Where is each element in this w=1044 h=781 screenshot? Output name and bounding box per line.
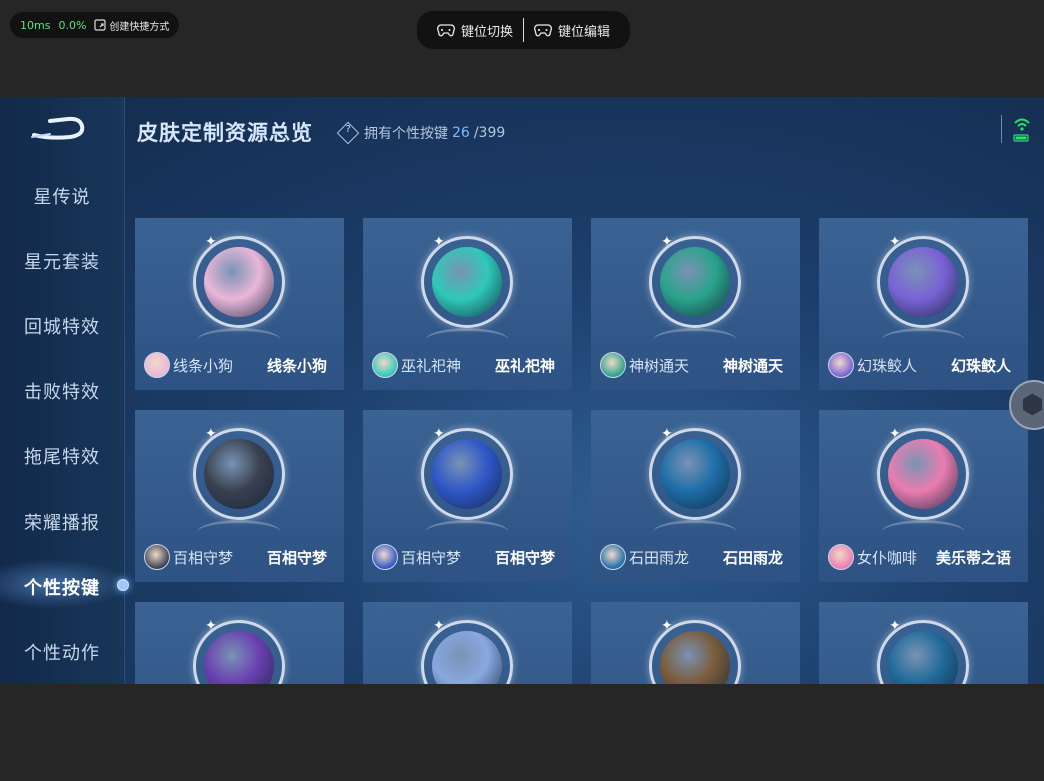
sparkle-icon: ✦ <box>433 426 445 442</box>
skin-card[interactable]: ✦ 神树通天 神树通天 <box>591 218 800 390</box>
hero-avatar <box>144 544 170 570</box>
skin-card[interactable]: ✦ 百相守梦 百相守梦 <box>363 410 572 582</box>
sparkle-icon: ✦ <box>889 618 901 634</box>
hero-avatar <box>372 544 398 570</box>
icon-reflection <box>881 328 965 353</box>
owned-count: ? 拥有个性按键 26/399 <box>336 121 505 145</box>
sidebar-item-custom-keys[interactable]: 个性按键 <box>0 574 124 600</box>
wifi-icon <box>1013 118 1030 142</box>
icon-reflection <box>653 328 737 353</box>
back-icon[interactable] <box>30 113 86 143</box>
sidebar-item-trail-effect[interactable]: 拖尾特效 <box>0 443 124 469</box>
sparkle-icon: ✦ <box>205 426 217 442</box>
hero-avatar <box>828 352 854 378</box>
icon-reflection <box>881 520 965 545</box>
icon-reflection <box>425 520 509 545</box>
header-divider <box>1001 115 1002 143</box>
game-viewport: 星传说 星元套装 回城特效 击败特效 拖尾特效 荣耀播报 个性按键 个性动作 皮… <box>0 97 1044 684</box>
key-edit-button[interactable]: 键位编辑 <box>524 21 620 40</box>
key-edit-label: 键位编辑 <box>558 24 611 40</box>
sparkle-icon: ✦ <box>661 426 673 442</box>
active-indicator <box>117 579 129 591</box>
icon-reflection <box>653 520 737 545</box>
hero-avatar <box>828 544 854 570</box>
skin-name: 神树通天 <box>722 357 783 375</box>
gamepad-icon <box>534 24 552 37</box>
skin-name: 美乐蒂之语 <box>935 549 1011 567</box>
hero-name: 石田雨龙 <box>629 549 690 567</box>
skin-card[interactable]: ✦ 线条小狗 线条小狗 <box>135 218 344 390</box>
skin-card[interactable]: ✦ 巫礼祀神 巫礼祀神 <box>363 218 572 390</box>
hero-name: 幻珠鲛人 <box>857 357 918 375</box>
skin-name: 百相守梦 <box>494 549 555 567</box>
key-mapping-bar: 键位切换 键位编辑 <box>417 11 631 49</box>
skin-name: 幻珠鲛人 <box>950 357 1011 375</box>
sparkle-icon: ✦ <box>205 618 217 634</box>
skin-name: 百相守梦 <box>266 549 327 567</box>
skin-card[interactable]: ✦ <box>819 602 1028 684</box>
hex-icon: ⬢ <box>1021 390 1044 420</box>
hero-name: 巫礼祀神 <box>401 357 462 375</box>
hero-name: 神树通天 <box>629 357 690 375</box>
skin-name: 石田雨龙 <box>722 549 783 567</box>
key-switch-label: 键位切换 <box>461 24 514 40</box>
sparkle-icon: ✦ <box>661 234 673 250</box>
shortcut-icon <box>94 19 107 31</box>
hero-avatar <box>600 352 626 378</box>
skin-card[interactable]: ✦ <box>363 602 572 684</box>
skin-card[interactable]: ✦ 石田雨龙 石田雨龙 <box>591 410 800 582</box>
sidebar-item-recall-effect[interactable]: 回城特效 <box>0 313 124 339</box>
hero-name: 百相守梦 <box>173 549 234 567</box>
status-pill: 10ms 0.0% 创建快捷方式 <box>10 12 180 38</box>
hero-name: 女仆咖啡 <box>857 549 918 567</box>
create-shortcut-button[interactable]: 创建快捷方式 <box>94 18 169 33</box>
skin-card[interactable]: ✦ <box>135 602 344 684</box>
sparkle-icon: ✦ <box>433 234 445 250</box>
hero-name: 线条小狗 <box>173 357 234 375</box>
sidebar-item-star-suit[interactable]: 星元套装 <box>0 248 124 274</box>
hero-name: 百相守梦 <box>401 549 462 567</box>
hero-avatar <box>372 352 398 378</box>
skin-name: 巫礼祀神 <box>494 357 555 375</box>
key-switch-button[interactable]: 键位切换 <box>427 21 523 40</box>
hero-avatar <box>600 544 626 570</box>
skin-card[interactable]: ✦ <box>591 602 800 684</box>
skin-name: 线条小狗 <box>266 357 327 375</box>
sparkle-icon: ✦ <box>889 234 901 250</box>
sidebar-item-glory-broadcast[interactable]: 荣耀播报 <box>0 509 124 535</box>
sidebar: 星传说 星元套装 回城特效 击败特效 拖尾特效 荣耀播报 个性按键 个性动作 <box>0 97 130 684</box>
gamepad-icon <box>437 24 455 37</box>
icon-reflection <box>197 328 281 353</box>
ping-value: 10ms <box>20 18 51 32</box>
skin-card[interactable]: ✦ 幻珠鲛人 幻珠鲛人 <box>819 218 1028 390</box>
sparkle-icon: ✦ <box>433 618 445 634</box>
sidebar-item-star-legend[interactable]: 星传说 <box>0 183 124 209</box>
sidebar-item-custom-actions[interactable]: 个性动作 <box>0 639 124 665</box>
help-icon[interactable]: ? <box>336 121 360 145</box>
loss-value: 0.0% <box>58 18 87 32</box>
sparkle-icon: ✦ <box>661 618 673 634</box>
skin-card[interactable]: ✦ 女仆咖啡 美乐蒂之语 <box>819 410 1028 582</box>
icon-reflection <box>425 328 509 353</box>
page-title: 皮肤定制资源总览 <box>137 121 313 145</box>
sparkle-icon: ✦ <box>889 426 901 442</box>
sparkle-icon: ✦ <box>205 234 217 250</box>
skin-card[interactable]: ✦ 百相守梦 百相守梦 <box>135 410 344 582</box>
hero-avatar <box>144 352 170 378</box>
sidebar-item-kill-effect[interactable]: 击败特效 <box>0 378 124 404</box>
shortcut-label: 创建快捷方式 <box>109 21 170 33</box>
icon-reflection <box>197 520 281 545</box>
